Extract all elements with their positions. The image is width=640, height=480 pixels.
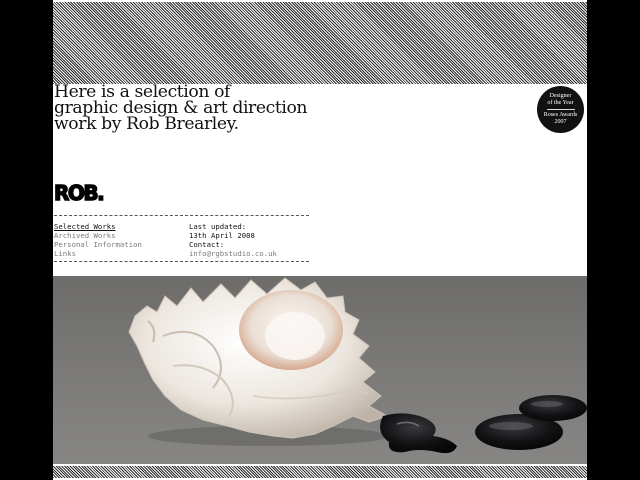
- stone-highlight: [531, 401, 563, 407]
- page-container: Here is a selection of graphic design & …: [53, 0, 587, 480]
- black-stone: [519, 395, 587, 421]
- nav-item-links[interactable]: Links: [54, 249, 142, 258]
- logo-text: ROB.: [54, 181, 103, 205]
- award-badge: Designer of the Year Roses Awards 2007: [537, 86, 584, 133]
- nav-item-personal-information[interactable]: Personal Information: [54, 240, 142, 249]
- site-meta: Last updated: 13th April 2008 Contact: i…: [189, 222, 277, 258]
- intro-line: work by Rob Brearley.: [54, 114, 239, 134]
- divider-bottom: [54, 261, 309, 262]
- main-nav: Selected Works Archived Works Personal I…: [54, 222, 142, 258]
- last-updated-date: 13th April 2008: [189, 231, 255, 240]
- header-pattern-band: [53, 2, 587, 84]
- stone-highlight: [489, 422, 533, 430]
- nav-item-selected-works[interactable]: Selected Works: [54, 222, 142, 231]
- black-puddle: [380, 413, 457, 454]
- featured-photo: [53, 276, 587, 464]
- divider-top: [54, 215, 309, 216]
- contact-email-link[interactable]: info@rgbstudio.co.uk: [189, 249, 277, 258]
- shell-opening-highlight: [265, 312, 325, 360]
- rob-logo: ROB.: [54, 181, 105, 205]
- last-updated-label: Last updated:: [189, 222, 247, 231]
- footer-pattern-band: [53, 466, 587, 478]
- award-line: Roses Awards: [543, 112, 578, 118]
- shell-illustration: [128, 277, 587, 454]
- award-line: Designer: [549, 93, 572, 99]
- intro-text: Here is a selection of graphic design & …: [54, 83, 374, 134]
- award-line: of the Year: [547, 100, 574, 106]
- contact-label: Contact:: [189, 240, 225, 249]
- nav-item-archived-works[interactable]: Archived Works: [54, 231, 142, 240]
- award-divider: [546, 109, 575, 110]
- award-line: 2007: [554, 119, 567, 125]
